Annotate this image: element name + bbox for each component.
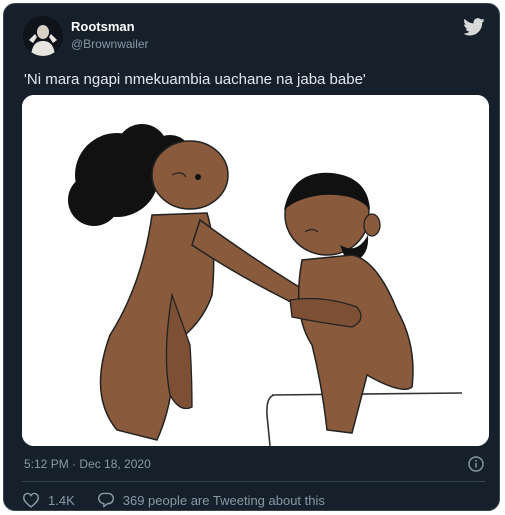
- speech-bubble-icon: [97, 492, 114, 508]
- tweeting-about-link[interactable]: 369 people are Tweeting about this: [97, 492, 325, 508]
- tweet-media-image[interactable]: [22, 95, 489, 446]
- user-handle[interactable]: @Brownwailer: [71, 37, 149, 51]
- like-button[interactable]: 1.4K: [22, 492, 75, 508]
- comic-illustration: [22, 95, 489, 446]
- tweet-stats: 1.4K 369 people are Tweeting about this: [22, 491, 325, 509]
- like-count: 1.4K: [48, 492, 75, 508]
- heart-icon: [22, 492, 40, 508]
- twitter-bird-icon[interactable]: [463, 18, 485, 36]
- tweet-text: 'Ni mara ngapi nmekuambia uachane na jab…: [24, 71, 366, 88]
- divider: [22, 481, 485, 482]
- info-icon[interactable]: [468, 456, 484, 472]
- avatar[interactable]: [23, 16, 63, 56]
- tweet-card: Rootsman @Brownwailer 'Ni mara ngapi nme…: [3, 3, 500, 511]
- avatar-image: [23, 16, 63, 56]
- display-name[interactable]: Rootsman: [71, 19, 135, 34]
- tweet-timestamp[interactable]: 5:12 PM · Dec 18, 2020: [24, 457, 151, 471]
- tweeting-about-text: 369 people are Tweeting about this: [122, 492, 325, 508]
